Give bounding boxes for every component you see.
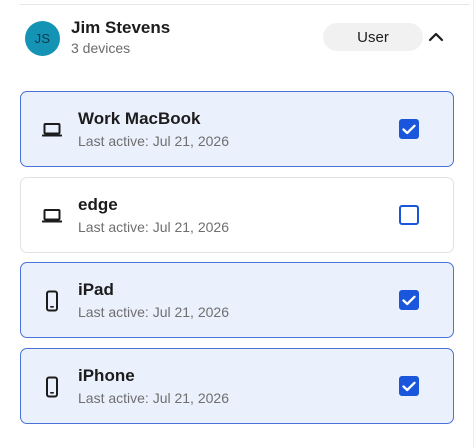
device-name: edge xyxy=(78,195,118,214)
user-name: Jim Stevens xyxy=(71,18,171,37)
collapse-button[interactable] xyxy=(424,25,448,49)
device-count: 3 devices xyxy=(71,40,131,56)
device-last-active: Last active: Jul 21, 2026 xyxy=(78,390,229,406)
chevron-up-icon xyxy=(428,32,444,42)
device-checkbox[interactable] xyxy=(399,376,419,396)
device-card-ipad[interactable]: iPad Last active: Jul 21, 2026 xyxy=(20,262,454,338)
device-last-active: Last active: Jul 21, 2026 xyxy=(78,219,229,235)
top-divider xyxy=(20,4,470,5)
laptop-icon xyxy=(42,209,62,223)
laptop-icon xyxy=(42,123,62,137)
device-last-active: Last active: Jul 21, 2026 xyxy=(78,304,229,320)
checkmark-icon xyxy=(402,295,416,305)
checkmark-icon xyxy=(402,381,416,391)
right-divider xyxy=(473,0,474,448)
device-name: iPad xyxy=(78,280,114,299)
device-last-active: Last active: Jul 21, 2026 xyxy=(78,133,229,149)
device-card-edge[interactable]: edge Last active: Jul 21, 2026 xyxy=(20,177,454,253)
checkmark-icon xyxy=(402,124,416,134)
device-checkbox[interactable] xyxy=(399,119,419,139)
user-devices-panel: JS Jim Stevens 3 devices User Work MacBo… xyxy=(0,0,476,448)
device-card-iphone[interactable]: iPhone Last active: Jul 21, 2026 xyxy=(20,348,454,424)
device-name: Work MacBook xyxy=(78,109,201,128)
role-badge[interactable]: User xyxy=(323,23,423,51)
device-checkbox[interactable] xyxy=(399,205,419,225)
phone-icon xyxy=(46,290,58,312)
avatar: JS xyxy=(25,20,60,56)
user-header[interactable]: JS Jim Stevens 3 devices User xyxy=(24,18,452,58)
phone-icon xyxy=(46,376,58,398)
device-card-work-macbook[interactable]: Work MacBook Last active: Jul 21, 2026 xyxy=(20,91,454,167)
device-checkbox[interactable] xyxy=(399,290,419,310)
device-name: iPhone xyxy=(78,366,135,385)
